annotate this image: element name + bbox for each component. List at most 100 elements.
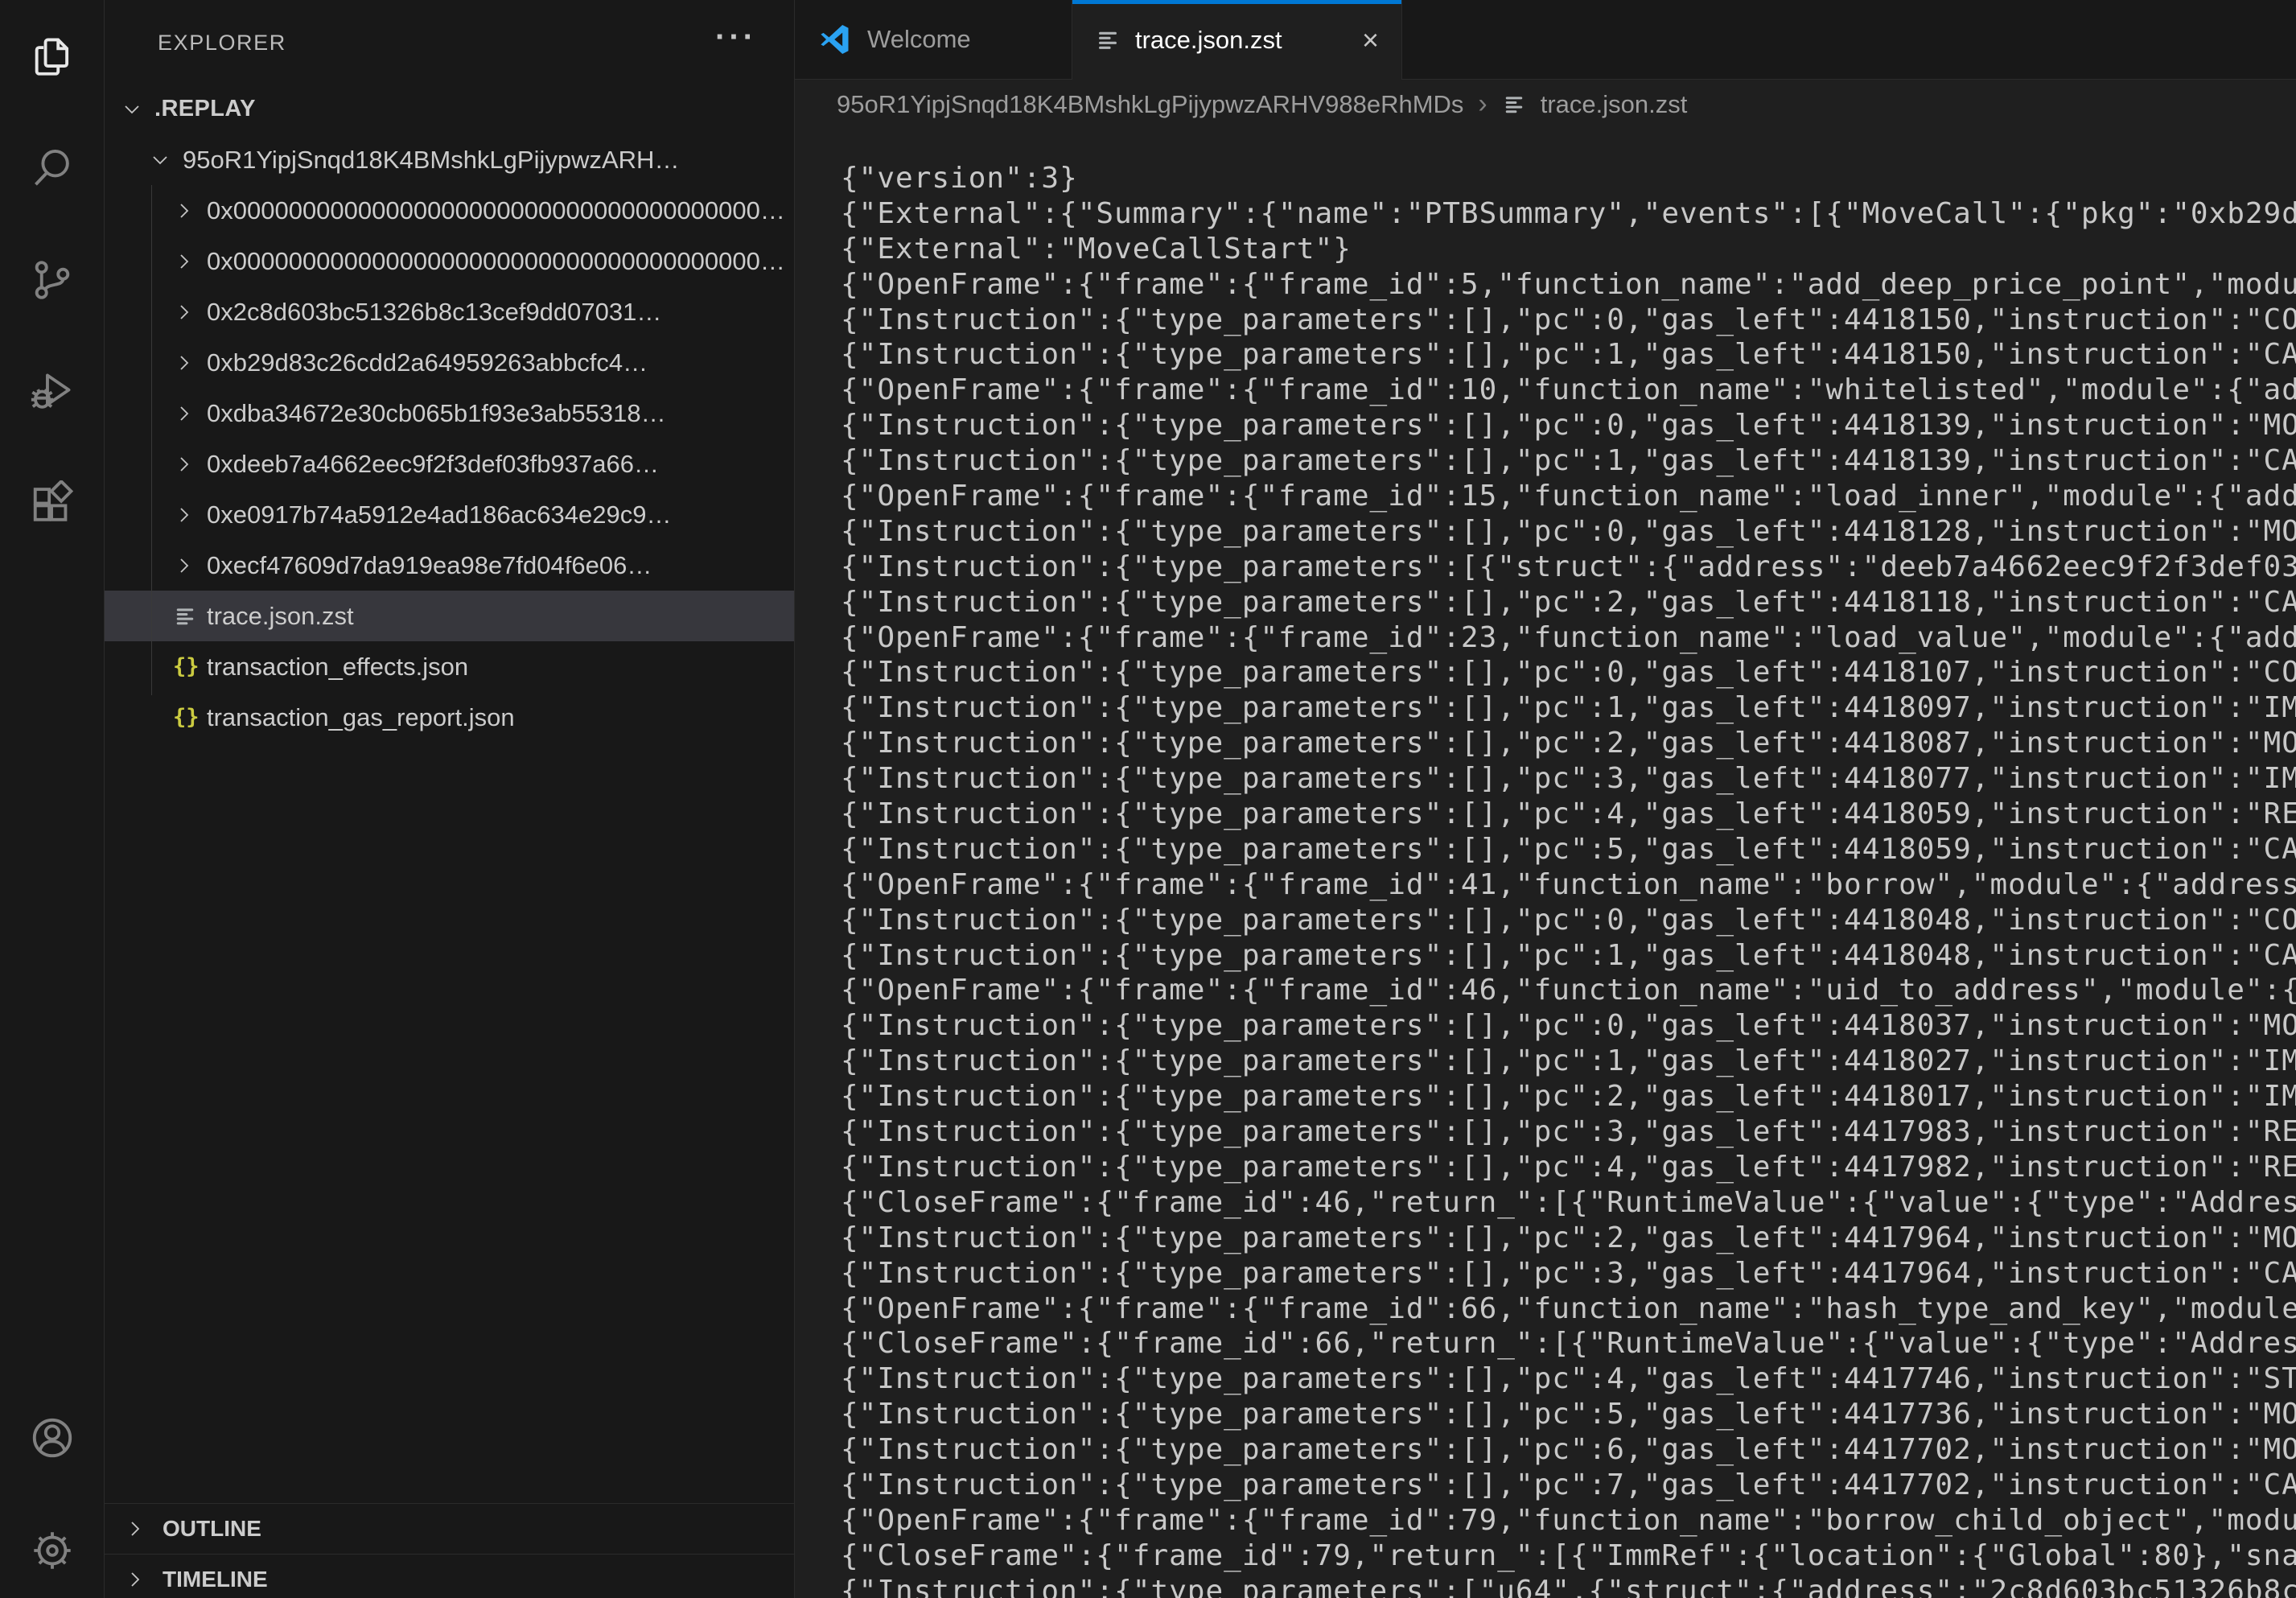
section-header-replay[interactable]: .REPLAY <box>105 84 794 134</box>
chevron-right-icon[interactable] <box>173 250 207 273</box>
close-icon[interactable]: × <box>1362 26 1379 55</box>
code-line: {"Instruction":{"type_parameters":[],"pc… <box>841 690 2296 726</box>
tree-file[interactable]: {}transaction_effects.json <box>105 641 794 692</box>
tree-item-label: 0x00000000000000000000000000000000000000… <box>207 196 785 225</box>
breadcrumb-project[interactable]: 95oR1YipjSnqd18K4BMshkLgPijypwzARHV988eR… <box>837 90 1463 119</box>
code-line: {"External":"MoveCallStart"} <box>841 232 2296 267</box>
chevron-right-icon[interactable] <box>173 504 207 526</box>
tree-item-label: 0xe0917b74a5912e4ad186ac634e29c9… <box>207 500 671 529</box>
code-line: {"External":{"Summary":{"name":"PTBSumma… <box>841 196 2296 232</box>
code-line: {"Instruction":{"type_parameters":[],"pc… <box>841 1221 2296 1256</box>
chevron-right-icon[interactable] <box>173 554 207 577</box>
tab-welcome[interactable]: Welcome <box>795 0 1072 79</box>
tab-bar: Welcome trace.json.zst × <box>795 0 2296 80</box>
chevron-right-icon <box>124 1568 154 1591</box>
json-braces-icon: {} <box>173 705 207 730</box>
outline-label: OUTLINE <box>163 1516 261 1542</box>
code-line: {"Instruction":{"type_parameters":[],"pc… <box>841 832 2296 867</box>
code-line: {"Instruction":{"type_parameters":[],"pc… <box>841 443 2296 479</box>
settings-gear-icon[interactable] <box>0 1502 104 1598</box>
breadcrumb-file[interactable]: trace.json.zst <box>1541 90 1688 119</box>
code-line: {"CloseFrame":{"frame_id":66,"return_":[… <box>841 1326 2296 1361</box>
chevron-right-icon[interactable] <box>173 402 207 425</box>
tree-item-label: 95oR1YipjSnqd18K4BMshkLgPijypwzARH… <box>183 146 679 175</box>
code-line: {"Instruction":{"type_parameters":[{"str… <box>841 550 2296 585</box>
run-debug-icon[interactable] <box>0 344 104 440</box>
code-line: {"OpenFrame":{"frame":{"frame_id":46,"fu… <box>841 973 2296 1008</box>
vscode-window: EXPLORER ··· .REPLAY 95oR1YipjSnqd18K4BMs… <box>0 0 2296 1598</box>
tree-item-label: .REPLAY <box>154 96 256 122</box>
chevron-separator-icon: › <box>1478 89 1487 120</box>
code-line: {"CloseFrame":{"frame_id":46,"return_":[… <box>841 1185 2296 1221</box>
code-line: {"Instruction":{"type_parameters":[],"pc… <box>841 655 2296 690</box>
code-line: {"Instruction":{"type_parameters":[],"pc… <box>841 1114 2296 1150</box>
editor-content[interactable]: {"version":3}{"External":{"Summary":{"na… <box>795 129 2296 1598</box>
editor-group: Welcome trace.json.zst × 95oR1YipjSnqd18… <box>795 0 2296 1598</box>
tree-folder[interactable]: 0x00000000000000000000000000000000000000… <box>105 236 794 286</box>
outline-section-header[interactable]: OUTLINE <box>105 1503 794 1554</box>
search-icon[interactable] <box>0 119 104 216</box>
source-control-icon[interactable] <box>0 232 104 328</box>
explorer-icon[interactable] <box>0 8 104 105</box>
tab-trace-json-zst[interactable]: trace.json.zst × <box>1072 0 1402 80</box>
code-line: {"OpenFrame":{"frame":{"frame_id":79,"fu… <box>841 1503 2296 1538</box>
code-line: {"Instruction":{"type_parameters":[],"pc… <box>841 761 2296 797</box>
code-line: {"Instruction":{"type_parameters":[],"pc… <box>841 408 2296 443</box>
code-line: {"Instruction":{"type_parameters":[],"pc… <box>841 1256 2296 1291</box>
code-line: {"Instruction":{"type_parameters":[],"pc… <box>841 1468 2296 1503</box>
chevron-right-icon[interactable] <box>173 453 207 476</box>
tree-folder[interactable]: 0xb29d83c26cdd2a64959263abbcfc4… <box>105 337 794 388</box>
file-lines-icon <box>1502 93 1526 117</box>
chevron-right-icon[interactable] <box>173 200 207 222</box>
tree-folder[interactable]: 0x00000000000000000000000000000000000000… <box>105 185 794 236</box>
code-line: {"Instruction":{"type_parameters":[],"pc… <box>841 1150 2296 1185</box>
code-line: {"OpenFrame":{"frame":{"frame_id":15,"fu… <box>841 479 2296 514</box>
chevron-right-icon[interactable] <box>173 301 207 323</box>
code-line: {"Instruction":{"type_parameters":[],"pc… <box>841 337 2296 373</box>
extensions-icon[interactable] <box>0 455 104 552</box>
code-line: {"CloseFrame":{"frame_id":79,"return_":[… <box>841 1538 2296 1574</box>
tree-indent-guide <box>151 185 152 695</box>
file-lines-icon <box>1095 27 1121 53</box>
chevron-right-icon <box>124 1518 154 1540</box>
tree-folder[interactable]: 0xdba34672e30cb065b1f93e3ab55318… <box>105 388 794 439</box>
explorer-title: EXPLORER <box>158 31 286 56</box>
code-line: {"Instruction":{"type_parameters":[],"pc… <box>841 1432 2296 1468</box>
code-line: {"OpenFrame":{"frame":{"frame_id":5,"fun… <box>841 267 2296 303</box>
code-line: {"Instruction":{"type_parameters":[],"pc… <box>841 938 2296 974</box>
code-line: {"Instruction":{"type_parameters":[],"pc… <box>841 585 2296 620</box>
tab-welcome-label: Welcome <box>867 25 971 54</box>
tree-item-label: transaction_gas_report.json <box>207 703 515 732</box>
tree-folder[interactable]: 0xdeeb7a4662eec9f2f3def03fb937a66… <box>105 439 794 489</box>
file-tree: .REPLAY 95oR1YipjSnqd18K4BMshkLgPijypwzAR… <box>105 84 794 743</box>
chevron-down-icon[interactable] <box>121 98 154 121</box>
code-line: {"Instruction":{"type_parameters":[],"pc… <box>841 1361 2296 1397</box>
tree-folder[interactable]: 0xecf47609d7da919ea98e7fd04f6e06… <box>105 540 794 591</box>
code-line: {"Instruction":{"type_parameters":[],"pc… <box>841 797 2296 832</box>
activity-bar <box>0 0 105 1598</box>
chevron-right-icon[interactable] <box>173 352 207 374</box>
code-line: {"Instruction":{"type_parameters":[],"pc… <box>841 303 2296 338</box>
timeline-section-header[interactable]: TIMELINE <box>105 1554 794 1598</box>
code-line: {"Instruction":{"type_parameters":[],"pc… <box>841 514 2296 550</box>
tree-item-label: 0xdeeb7a4662eec9f2f3def03fb937a66… <box>207 450 659 479</box>
tree-item-label: transaction_effects.json <box>207 653 468 682</box>
code-line: {"Instruction":{"type_parameters":[],"pc… <box>841 1044 2296 1079</box>
tree-file[interactable]: {}transaction_gas_report.json <box>105 692 794 743</box>
tree-item-label: 0xecf47609d7da919ea98e7fd04f6e06… <box>207 551 652 580</box>
tree-folder[interactable]: 0x2c8d603bc51326b8c13cef9dd07031… <box>105 286 794 337</box>
tree-item-label: 0x2c8d603bc51326b8c13cef9dd07031… <box>207 298 661 327</box>
explorer-sidebar: EXPLORER ··· .REPLAY 95oR1YipjSnqd18K4BMs… <box>105 0 795 1598</box>
breadcrumb: 95oR1YipjSnqd18K4BMshkLgPijypwzARHV988eR… <box>795 80 2296 129</box>
tree-item-label: 0x00000000000000000000000000000000000000… <box>207 247 785 276</box>
tree-folder[interactable]: 0xe0917b74a5912e4ad186ac634e29c9… <box>105 489 794 540</box>
tree-folder[interactable]: 95oR1YipjSnqd18K4BMshkLgPijypwzARH… <box>105 134 794 185</box>
explorer-more-actions-icon[interactable]: ··· <box>715 21 757 53</box>
account-icon[interactable] <box>0 1390 104 1486</box>
tree-file[interactable]: trace.json.zst <box>105 591 794 641</box>
tab-trace-label: trace.json.zst <box>1135 26 1282 55</box>
file-lines-icon <box>173 604 207 628</box>
json-braces-icon: {} <box>173 654 207 679</box>
chevron-down-icon[interactable] <box>149 149 183 171</box>
vscode-logo-icon <box>817 22 853 57</box>
